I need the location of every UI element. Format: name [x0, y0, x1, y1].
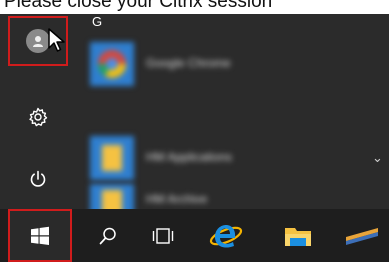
gear-icon	[29, 107, 48, 127]
taskbar-app-file-explorer[interactable]	[268, 209, 328, 262]
mouse-cursor-icon	[48, 28, 65, 52]
start-menu-rail	[0, 14, 76, 209]
power-icon	[30, 170, 46, 187]
app-list: G Google Chrome HM Applications HM Archi…	[82, 14, 389, 209]
app-name: Google Chrome	[146, 56, 231, 70]
caption-text: Please close your Citrix session	[4, 0, 273, 12]
account-button[interactable]	[8, 16, 68, 66]
folder-icon	[90, 136, 134, 180]
task-view-icon	[152, 227, 174, 244]
taskbar	[0, 209, 389, 262]
start-button[interactable]	[8, 209, 72, 262]
section-letter[interactable]: G	[92, 14, 102, 29]
file-explorer-icon	[285, 227, 311, 246]
search-icon	[99, 227, 116, 244]
internet-explorer-icon	[209, 224, 243, 248]
app-name: HM Applications	[146, 150, 233, 164]
pinned-app-icon	[346, 227, 378, 245]
start-menu: G Google Chrome HM Applications HM Archi…	[0, 14, 389, 209]
caption-text-cropped: Please close your Citrix session	[0, 0, 389, 14]
chrome-icon	[90, 42, 134, 86]
windows-logo-icon	[31, 226, 49, 245]
settings-button[interactable]	[8, 92, 68, 142]
chevron-down-icon[interactable]: ⌄	[372, 150, 383, 166]
task-view-button[interactable]	[133, 209, 193, 262]
app-list-item[interactable]: Google Chrome	[90, 42, 370, 86]
taskbar-app-pinned[interactable]	[332, 209, 389, 262]
taskbar-app-internet-explorer[interactable]	[196, 209, 256, 262]
search-button[interactable]	[78, 209, 138, 262]
app-list-item[interactable]: HM Applications	[90, 136, 370, 180]
user-avatar-icon	[26, 29, 50, 53]
folder-icon	[90, 184, 134, 209]
app-list-item[interactable]: HM Archive	[90, 184, 370, 209]
app-name: HM Archive	[146, 192, 208, 206]
power-button[interactable]	[8, 154, 68, 204]
